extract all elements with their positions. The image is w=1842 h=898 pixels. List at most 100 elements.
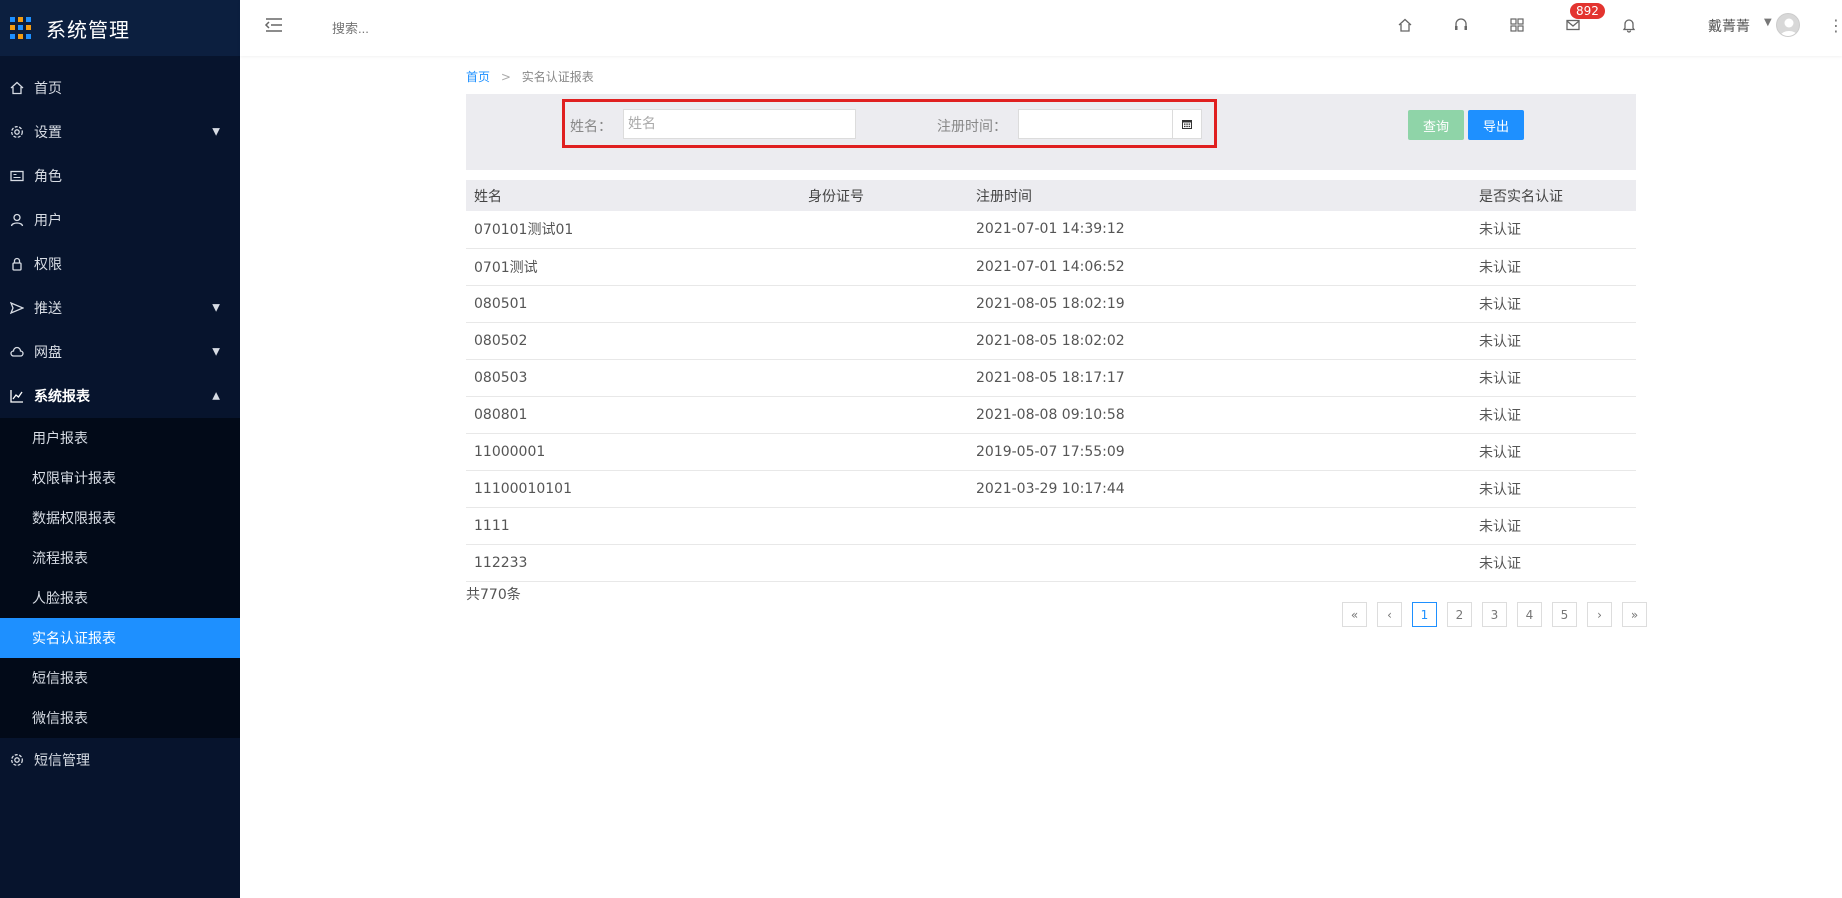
cell-verified: 未认证 xyxy=(1471,470,1636,508)
app-title: 系统管理 xyxy=(46,17,130,42)
table-row: 070101测试01 2021-07-01 14:39:12 未认证 xyxy=(466,211,1636,249)
subitem-data-permission-report[interactable]: 数据权限报表 xyxy=(0,498,240,538)
sidebar-item-roles[interactable]: 角色 xyxy=(0,154,240,198)
sidebar-item-label: 网盘 xyxy=(34,345,62,361)
sidebar-item-label: 系统报表 xyxy=(34,389,90,405)
cell-verified: 未认证 xyxy=(1471,211,1636,249)
home-icon[interactable] xyxy=(1394,14,1416,36)
send-icon xyxy=(9,300,25,316)
cell-reg-time xyxy=(968,507,1471,545)
topbar: 892 戴菁菁 ▼ ⋮ xyxy=(240,0,1842,56)
cell-verified: 未认证 xyxy=(1471,359,1636,397)
user-name[interactable]: 戴菁菁 xyxy=(1708,16,1750,36)
brand: 系统管理 xyxy=(0,0,240,56)
sidebar-item-sms-management[interactable]: 短信管理 xyxy=(0,738,240,782)
sidebar-item-settings[interactable]: 设置 ▼ xyxy=(0,110,240,154)
apps-grid-icon[interactable] xyxy=(1506,14,1528,36)
sidebar-item-system-reports[interactable]: 系统报表 ▲ xyxy=(0,374,240,418)
sidebar-item-users[interactable]: 用户 xyxy=(0,198,240,242)
table-row: 1111 未认证 xyxy=(466,507,1636,545)
cell-reg-time: 2019-05-07 17:55:09 xyxy=(968,433,1471,471)
cell-id-number xyxy=(800,248,968,286)
cell-id-number xyxy=(800,359,968,397)
subitem-permission-audit-report[interactable]: 权限审计报表 xyxy=(0,458,240,498)
page-1-button[interactable]: 1 xyxy=(1412,602,1437,627)
cell-id-number xyxy=(800,322,968,360)
cloud-icon xyxy=(9,344,25,360)
gear-icon xyxy=(9,124,25,140)
name-input[interactable] xyxy=(623,109,856,139)
table-row: 080502 2021-08-05 18:02:02 未认证 xyxy=(466,322,1636,360)
export-button[interactable]: 导出 xyxy=(1468,110,1524,140)
subitem-wechat-report[interactable]: 微信报表 xyxy=(0,698,240,738)
cell-verified: 未认证 xyxy=(1471,396,1636,434)
subitem-sms-report[interactable]: 短信报表 xyxy=(0,658,240,698)
page-3-button[interactable]: 3 xyxy=(1482,602,1507,627)
id-card-icon xyxy=(9,168,25,184)
cell-verified: 未认证 xyxy=(1471,433,1636,471)
col-header-verified: 是否实名认证 xyxy=(1471,180,1636,211)
menu-toggle-icon[interactable] xyxy=(264,16,286,38)
subitem-face-report[interactable]: 人脸报表 xyxy=(0,578,240,618)
cell-name: 080801 xyxy=(466,396,800,434)
page-next-button[interactable]: › xyxy=(1587,602,1612,627)
chevron-down-icon[interactable]: ▼ xyxy=(1764,17,1772,28)
sidebar-item-label: 短信管理 xyxy=(34,753,90,769)
cell-name: 080502 xyxy=(466,322,800,360)
cell-id-number xyxy=(800,507,968,545)
col-header-name: 姓名 xyxy=(466,180,800,211)
table-row: 11100010101 2021-03-29 10:17:44 未认证 xyxy=(466,470,1636,508)
page-2-button[interactable]: 2 xyxy=(1447,602,1472,627)
page-4-button[interactable]: 4 xyxy=(1517,602,1542,627)
page-last-button[interactable]: » xyxy=(1622,602,1647,627)
breadcrumb: 首页 > 实名认证报表 xyxy=(466,68,594,85)
name-label: 姓名： xyxy=(570,119,612,135)
calendar-icon[interactable] xyxy=(1172,109,1202,139)
cell-id-number xyxy=(800,211,968,249)
pagination: « ‹ 1 2 3 4 5 › » xyxy=(1332,602,1647,627)
sidebar-item-home[interactable]: 首页 xyxy=(0,66,240,110)
sidebar-item-label: 权限 xyxy=(34,257,62,273)
chevron-down-icon: ▼ xyxy=(212,126,220,138)
col-header-id-number: 身份证号 xyxy=(800,180,968,211)
cell-id-number xyxy=(800,433,968,471)
cell-verified: 未认证 xyxy=(1471,544,1636,582)
total-count: 共770条 xyxy=(466,587,521,603)
reg-time-input[interactable] xyxy=(1018,109,1173,139)
home-icon xyxy=(9,80,25,96)
bell-icon[interactable] xyxy=(1618,14,1640,36)
more-vertical-icon[interactable]: ⋮ xyxy=(1828,16,1842,35)
page-5-button[interactable]: 5 xyxy=(1552,602,1577,627)
cell-reg-time: 2021-08-05 18:17:17 xyxy=(968,359,1471,397)
cell-name: 080501 xyxy=(466,285,800,323)
sidebar-item-push[interactable]: 推送 ▼ xyxy=(0,286,240,330)
chart-line-icon xyxy=(9,388,25,404)
headset-icon[interactable] xyxy=(1450,14,1472,36)
sidebar-item-netdisk[interactable]: 网盘 ▼ xyxy=(0,330,240,374)
query-button[interactable]: 查询 xyxy=(1408,110,1464,140)
search-input[interactable] xyxy=(332,16,532,40)
sidebar-item-label: 用户 xyxy=(34,213,62,229)
page-first-button[interactable]: « xyxy=(1342,602,1367,627)
cell-id-number xyxy=(800,544,968,582)
subitem-user-report[interactable]: 用户报表 xyxy=(0,418,240,458)
subitem-process-report[interactable]: 流程报表 xyxy=(0,538,240,578)
breadcrumb-home-link[interactable]: 首页 xyxy=(466,70,490,84)
cell-reg-time: 2021-07-01 14:39:12 xyxy=(968,211,1471,249)
cell-reg-time: 2021-08-05 18:02:02 xyxy=(968,322,1471,360)
cell-reg-time: 2021-03-29 10:17:44 xyxy=(968,470,1471,508)
realname-table: 姓名 身份证号 注册时间 是否实名认证 070101测试01 2021-07-01… xyxy=(466,180,1636,582)
page-prev-button[interactable]: ‹ xyxy=(1377,602,1402,627)
breadcrumb-separator: > xyxy=(500,70,511,84)
sidebar-item-permissions[interactable]: 权限 xyxy=(0,242,240,286)
filter-panel: 姓名： 注册时间： 查询 导出 xyxy=(466,94,1636,170)
breadcrumb-current: 实名认证报表 xyxy=(521,70,594,84)
avatar[interactable] xyxy=(1776,13,1800,37)
sidebar-item-label: 角色 xyxy=(34,169,62,185)
cell-name: 070101测试01 xyxy=(466,211,800,249)
chevron-down-icon: ▼ xyxy=(212,346,220,358)
user-icon xyxy=(9,212,25,228)
cell-id-number xyxy=(800,396,968,434)
cell-name: 11000001 xyxy=(466,433,800,471)
subitem-realname-report[interactable]: 实名认证报表 xyxy=(0,618,240,658)
